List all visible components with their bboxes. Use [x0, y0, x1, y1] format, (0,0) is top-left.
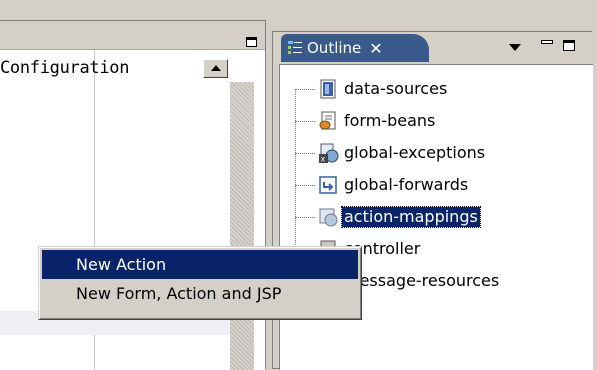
editor-content[interactable]: Configuration [0, 50, 265, 370]
outline-tabbar: Outline ✕ [273, 32, 593, 62]
editor-overview-ruler [230, 82, 254, 370]
tree-item-data-sources[interactable]: data-sources [295, 77, 449, 101]
tree-item-label: form-beans [344, 111, 436, 130]
tree-item-global-exceptions[interactable]: x global-exceptions [295, 141, 487, 165]
editor-titlebar [0, 21, 265, 50]
menu-item-new-form-action-jsp[interactable]: New Form, Action and JSP [42, 279, 358, 308]
tree-item-label: global-exceptions [344, 143, 486, 162]
tree-item-label: global-forwards [344, 175, 469, 194]
maximize-icon[interactable] [563, 40, 575, 51]
scroll-up-icon[interactable] [203, 59, 228, 78]
close-icon[interactable]: ✕ [369, 39, 382, 58]
editor-maximize-icon[interactable] [246, 37, 257, 47]
svg-text:x: x [321, 155, 326, 164]
form-beans-icon [319, 111, 336, 130]
global-exceptions-icon: x [319, 143, 339, 164]
minimize-icon[interactable] [541, 40, 553, 44]
menu-item-new-action[interactable]: New Action [42, 250, 358, 279]
editor-text: Configuration [0, 58, 130, 78]
context-menu: New Action New Form, Action and JSP [38, 246, 362, 320]
tree-item-label: data-sources [344, 79, 448, 98]
data-sources-icon [320, 79, 336, 99]
tab-outline-label: Outline [307, 39, 362, 57]
tree-item-form-beans[interactable]: form-beans [295, 109, 437, 133]
tree-item-label: message-resources [344, 271, 500, 290]
tree-item-action-mappings[interactable]: action-mappings [295, 205, 481, 229]
view-menu-icon[interactable] [509, 44, 521, 51]
action-mappings-icon [319, 208, 338, 227]
outline-tree: data-sources form-beans x global-excepti… [279, 64, 593, 370]
outline-view-icon [288, 41, 302, 54]
tree-item-label: action-mappings [341, 206, 481, 228]
tree-item-global-forwards[interactable]: global-forwards [295, 173, 470, 197]
tab-outline[interactable]: Outline ✕ [281, 34, 429, 62]
global-forwards-icon [319, 176, 337, 194]
